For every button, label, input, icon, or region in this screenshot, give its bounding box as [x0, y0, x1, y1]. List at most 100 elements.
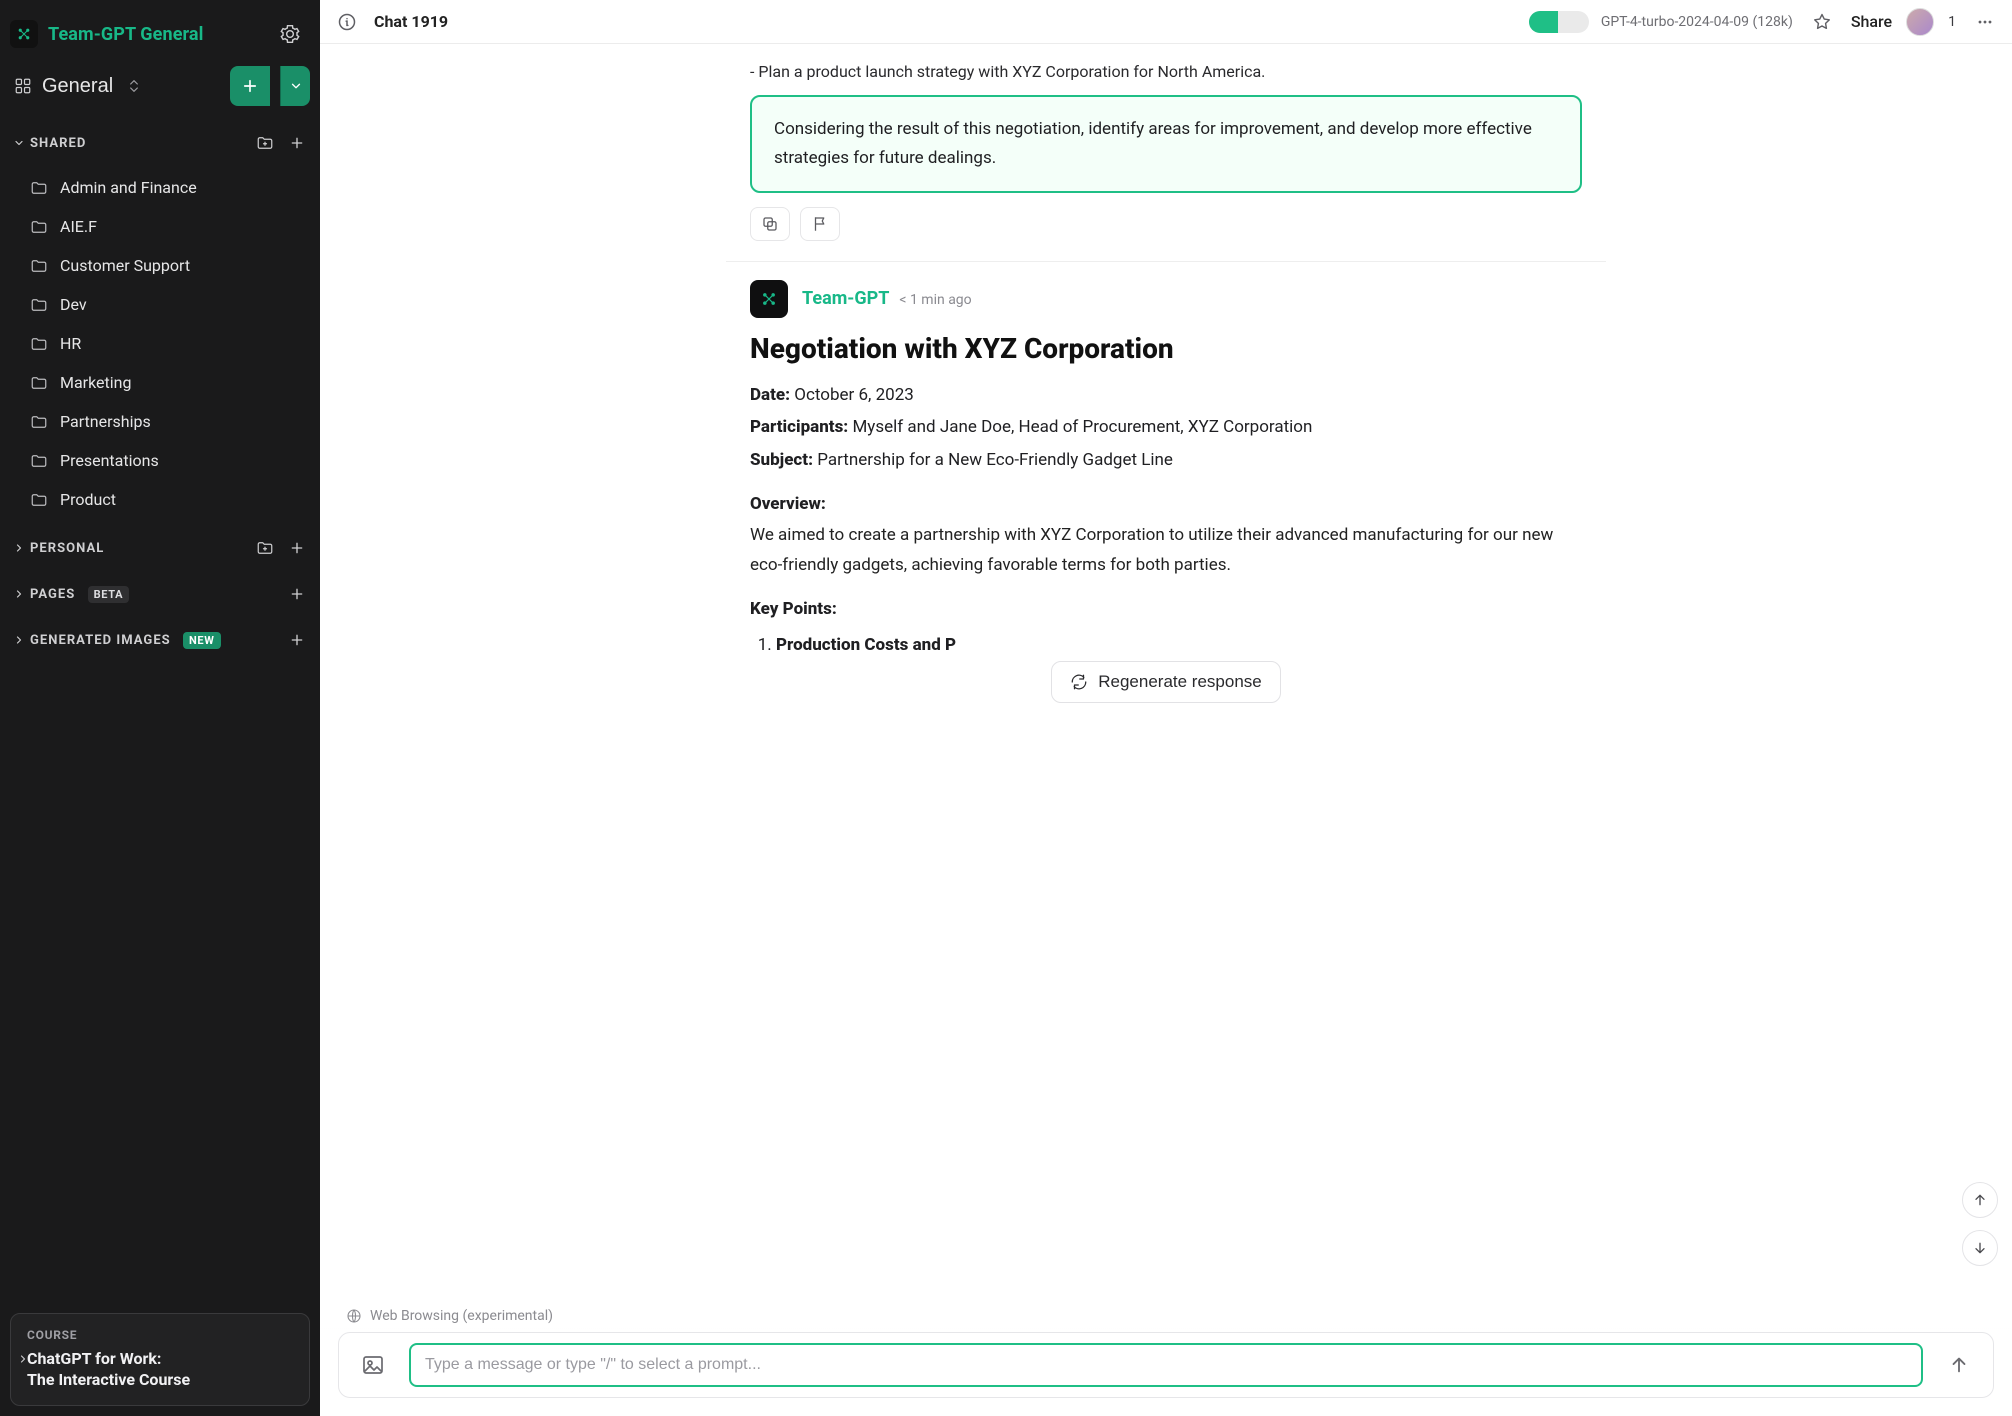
share-button[interactable]: Share — [1851, 12, 1892, 31]
course-kicker: COURSE — [27, 1328, 293, 1342]
scroll-down-button[interactable] — [1962, 1230, 1998, 1266]
chat-title: Chat 1919 — [374, 12, 448, 31]
new-chat-dropdown[interactable] — [280, 66, 310, 106]
info-button[interactable] — [332, 7, 362, 37]
folder-item[interactable]: Presentations — [4, 441, 316, 480]
chevron-right-icon — [10, 585, 28, 603]
folder-label: Marketing — [60, 373, 131, 392]
new-folder-button-personal[interactable] — [252, 535, 278, 561]
flag-button[interactable] — [800, 207, 840, 241]
bot-avatar — [750, 280, 788, 318]
brand-logo-icon — [15, 25, 33, 43]
flag-icon — [811, 215, 829, 233]
scroll-up-button[interactable] — [1962, 1182, 1998, 1218]
dots-horizontal-icon — [1975, 12, 1995, 32]
avatar-count: 1 — [1948, 14, 1956, 30]
attach-image-button[interactable] — [351, 1343, 395, 1387]
message-divider — [726, 261, 1606, 262]
bot-name: Team-GPT — [802, 288, 889, 309]
plus-icon — [289, 135, 305, 151]
kv-subject: Subject: Partnership for a New Eco-Frien… — [750, 444, 1582, 476]
send-button[interactable] — [1937, 1343, 1981, 1387]
folder-item[interactable]: AIE.F — [4, 207, 316, 246]
folder-icon — [30, 413, 48, 431]
bot-timestamp: < 1 min ago — [899, 292, 971, 308]
folder-label: Presentations — [60, 451, 159, 470]
response-title: Negotiation with XYZ Corporation — [750, 332, 1582, 365]
beta-badge: BETA — [88, 586, 130, 603]
folder-label: Customer Support — [60, 256, 190, 275]
folder-item[interactable]: Dev — [4, 285, 316, 324]
image-icon — [361, 1353, 385, 1377]
highlighted-instruction: Considering the result of this negotiati… — [750, 95, 1582, 193]
grid-icon — [14, 77, 32, 95]
globe-icon — [346, 1308, 362, 1324]
plus-icon — [289, 540, 305, 556]
regenerate-label: Regenerate response — [1098, 672, 1262, 692]
arrow-down-icon — [1972, 1240, 1988, 1256]
main: Chat 1919 GPT-4-turbo-2024-04-09 (128k) … — [320, 0, 2012, 1416]
new-chat-button[interactable] — [230, 66, 270, 106]
kv-date: Date: October 6, 2023 — [750, 379, 1582, 411]
add-item-button[interactable] — [284, 130, 310, 156]
add-image-button[interactable] — [284, 627, 310, 653]
folder-item[interactable]: Admin and Finance — [4, 168, 316, 207]
folder-icon — [30, 296, 48, 314]
sort-icon — [123, 75, 145, 97]
kv-subject-key: Subject: — [750, 450, 813, 470]
kv-participants: Participants: Myself and Jane Doe, Head … — [750, 411, 1582, 443]
kv-participants-val: Myself and Jane Doe, Head of Procurement… — [848, 417, 1312, 437]
model-label[interactable]: GPT-4-turbo-2024-04-09 (128k) — [1601, 14, 1793, 30]
new-badge: NEW — [183, 632, 221, 649]
workspace-selector[interactable]: General — [10, 69, 220, 104]
folder-item[interactable]: Product — [4, 480, 316, 519]
star-button[interactable] — [1807, 7, 1837, 37]
section-shared-header[interactable]: SHARED — [0, 120, 320, 166]
new-folder-button[interactable] — [252, 130, 278, 156]
copy-button[interactable] — [750, 207, 790, 241]
star-icon — [1812, 12, 1832, 32]
composer-area: Web Browsing (experimental) — [320, 1298, 2012, 1416]
chat-content[interactable]: - Plan a product launch strategy with XY… — [320, 44, 2012, 1416]
regenerate-response-button[interactable]: Regenerate response — [1051, 661, 1281, 703]
section-images-header[interactable]: GENERATED IMAGES NEW — [0, 617, 320, 663]
folder-list: Admin and Finance AIE.F Customer Support… — [0, 166, 320, 525]
folder-item[interactable]: HR — [4, 324, 316, 363]
course-title-line2: The Interactive Course — [27, 1370, 190, 1389]
message-input[interactable] — [409, 1343, 1923, 1387]
folder-icon — [30, 452, 48, 470]
add-page-button[interactable] — [284, 581, 310, 607]
settings-button[interactable] — [274, 18, 306, 50]
overview-text: We aimed to create a partnership with XY… — [750, 520, 1582, 581]
section-images-title: GENERATED IMAGES NEW — [30, 633, 284, 648]
more-button[interactable] — [1970, 7, 2000, 37]
folder-icon — [30, 374, 48, 392]
avatar[interactable] — [1906, 8, 1934, 36]
context-usage-fill — [1529, 11, 1558, 33]
folder-icon — [30, 179, 48, 197]
folder-item[interactable]: Customer Support — [4, 246, 316, 285]
scroll-buttons — [1962, 1182, 1998, 1266]
gear-icon — [280, 24, 300, 44]
folder-label: Admin and Finance — [60, 178, 197, 197]
folder-item[interactable]: Partnerships — [4, 402, 316, 441]
folder-plus-icon — [256, 539, 274, 557]
folder-plus-icon — [256, 134, 274, 152]
folder-icon — [30, 335, 48, 353]
course-card[interactable]: COURSE ChatGPT for Work: The Interactive… — [10, 1313, 310, 1406]
brand-name[interactable]: Team-GPT General — [48, 24, 264, 45]
sidebar-header: Team-GPT General — [0, 0, 320, 60]
section-personal-title: PERSONAL — [30, 541, 252, 556]
keypoint-1: Production Costs and P — [776, 629, 1582, 661]
section-personal-header[interactable]: PERSONAL — [0, 525, 320, 571]
section-shared-title: SHARED — [30, 136, 252, 151]
section-pages-header[interactable]: PAGES BETA — [0, 571, 320, 617]
folder-item[interactable]: Marketing — [4, 363, 316, 402]
folder-icon — [30, 257, 48, 275]
plus-icon — [289, 632, 305, 648]
chevron-down-icon — [10, 134, 28, 152]
refresh-icon — [1070, 673, 1088, 691]
context-usage-pill — [1529, 11, 1589, 33]
add-item-button-personal[interactable] — [284, 535, 310, 561]
web-browsing-text: Web Browsing (experimental) — [370, 1308, 553, 1324]
